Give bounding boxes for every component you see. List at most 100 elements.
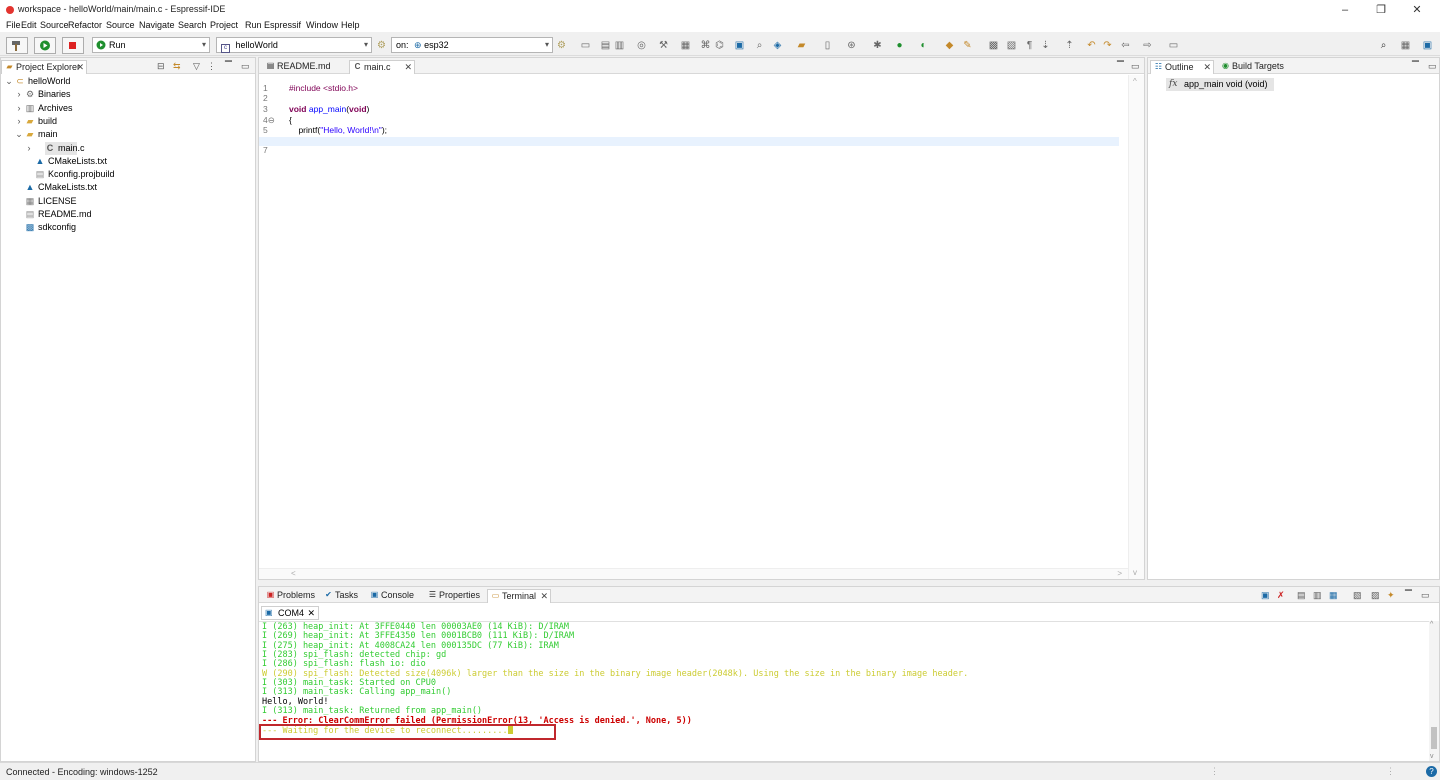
menu-navigate[interactable]: Navigate <box>139 20 175 30</box>
collapse-all-icon[interactable]: ⊟ <box>157 61 165 72</box>
pin-icon[interactable]: ✦ <box>1387 590 1395 601</box>
chevron-right-icon[interactable]: › <box>15 115 23 128</box>
editor-horizontal-scrollbar[interactable]: < > <box>259 568 1128 579</box>
close-icon[interactable]: ✕ <box>1203 61 1211 73</box>
perspective-icon[interactable]: ▦ <box>1400 40 1411 51</box>
prev-annotation-icon[interactable]: ⇡ <box>1064 40 1075 51</box>
whitespace-icon[interactable]: ¶ <box>1024 40 1035 51</box>
chevron-right-icon[interactable]: › <box>15 88 23 101</box>
menu-search[interactable]: Search <box>178 20 207 30</box>
scroll-down-icon[interactable]: v <box>1430 753 1434 760</box>
launch-button[interactable] <box>34 37 56 54</box>
minimize-view-icon[interactable]: ▔ <box>1412 61 1419 72</box>
debug-config-icon[interactable]: ◈ <box>772 40 783 51</box>
back-icon[interactable]: ⇦ <box>1120 40 1131 51</box>
launch-mode-select[interactable]: Run ▾ <box>92 37 210 53</box>
menu-source[interactable]: Source <box>40 20 69 30</box>
minimize-button[interactable]: – <box>1330 2 1360 18</box>
minimize-view-icon[interactable]: ▔ <box>1405 590 1412 601</box>
launch-config-select[interactable]: c helloWorld ▾ <box>216 37 372 53</box>
espressif-perspective-icon[interactable]: ▣ <box>1422 40 1433 51</box>
close-icon[interactable]: ✕ <box>404 61 412 73</box>
terminal-icon[interactable]: ▣ <box>734 40 745 51</box>
menu-file[interactable]: File <box>6 20 21 30</box>
scroll-up-icon[interactable]: ^ <box>1430 621 1433 628</box>
link-editor-icon[interactable]: ⇆ <box>173 61 181 72</box>
coverage-icon[interactable]: ◐ <box>918 40 929 51</box>
close-icon[interactable]: ✕ <box>540 590 548 602</box>
pin-icon[interactable]: ▭ <box>1168 40 1179 51</box>
close-icon[interactable]: ✕ <box>307 608 315 619</box>
tab-outline[interactable]: ☷ Outline ✕ <box>1150 60 1214 74</box>
connect-icon[interactable]: ⌬ <box>714 40 725 51</box>
paste-icon[interactable]: ▨ <box>1371 590 1380 601</box>
debug-icon[interactable]: ✱ <box>872 40 883 51</box>
code-area[interactable]: 1 #include <stdio.h> 2 3 void app_main(voi… <box>259 75 1122 567</box>
copy-icon[interactable]: ▧ <box>1353 590 1362 601</box>
flash-icon[interactable]: ⌘ <box>700 40 711 51</box>
new-class-icon[interactable]: ⊛ <box>846 40 857 51</box>
external-tools-icon[interactable]: ◆ <box>944 40 955 51</box>
last-edit-icon[interactable]: ↶ <box>1086 40 1097 51</box>
scroll-lock-icon[interactable]: ▤ <box>1297 590 1306 601</box>
terminal-output[interactable]: I (263) heap_init: At 3FFE0440 len 00003… <box>259 621 1429 761</box>
scroll-thumb[interactable] <box>1431 727 1437 749</box>
scroll-right-icon[interactable]: > <box>1117 569 1122 578</box>
search-icon[interactable]: ⌕ <box>1378 40 1389 51</box>
tab-problems[interactable]: ▣ Problems <box>263 589 317 603</box>
tab-main-c[interactable]: C main.c ✕ <box>349 60 415 74</box>
maximize-view-icon[interactable]: ▭ <box>1428 61 1437 72</box>
new-file-icon[interactable]: ▯ <box>822 40 833 51</box>
outline-item[interactable]: fx app_main void (void) <box>1166 78 1274 91</box>
new-icon[interactable]: ▭ <box>580 40 591 51</box>
minimize-view-icon[interactable]: ▔ <box>1117 61 1124 72</box>
close-button[interactable]: ✕ <box>1402 2 1432 18</box>
next-edit-icon[interactable]: ↷ <box>1102 40 1113 51</box>
help-icon[interactable]: ? <box>1426 766 1437 777</box>
toggle-mark-icon[interactable]: ▩ <box>988 40 999 51</box>
close-icon[interactable]: ✕ <box>76 61 84 73</box>
forward-icon[interactable]: ⇨ <box>1142 40 1153 51</box>
menu-run[interactable]: Run <box>245 20 262 30</box>
clean-icon[interactable]: ▦ <box>680 40 691 51</box>
maximize-view-icon[interactable]: ▭ <box>1131 61 1140 72</box>
menu-refactor[interactable]: Refactor <box>68 20 102 30</box>
chevron-down-icon[interactable]: ⌄ <box>15 128 23 141</box>
next-annotation-icon[interactable]: ⇣ <box>1040 40 1051 51</box>
tab-project-explorer[interactable]: ▰ Project Explorer ✕ <box>1 60 87 74</box>
disconnect-icon[interactable]: ✗ <box>1277 590 1285 601</box>
search-tool-icon[interactable]: ⌕ <box>754 40 765 51</box>
chevron-down-icon[interactable]: ⌄ <box>5 75 13 88</box>
filter-icon[interactable]: ▽ <box>193 61 200 72</box>
wand-icon[interactable]: ✎ <box>962 40 973 51</box>
save-all-icon[interactable]: ▥ <box>614 40 625 51</box>
maximize-view-icon[interactable]: ▭ <box>241 61 250 72</box>
save-icon[interactable]: ▤ <box>600 40 611 51</box>
menu-help[interactable]: Help <box>341 20 360 30</box>
editor-vertical-scrollbar[interactable]: ^ v <box>1128 75 1144 579</box>
rename-icon[interactable]: ▥ <box>1313 590 1322 601</box>
block-select-icon[interactable]: ▧ <box>1006 40 1017 51</box>
menu-espressif[interactable]: Espressif <box>264 20 301 30</box>
tab-build-targets[interactable]: ◉ Build Targets <box>1218 60 1294 74</box>
maximize-button[interactable]: ❐ <box>1366 2 1396 18</box>
gear-icon[interactable]: ⚙ <box>376 40 387 51</box>
tab-properties[interactable]: ☰ Properties <box>425 589 485 603</box>
chevron-right-icon[interactable]: › <box>25 142 33 155</box>
run-icon[interactable]: ● <box>894 40 905 51</box>
launch-target-select[interactable]: on: ⊕ esp32 ▾ <box>391 37 553 53</box>
menu-window[interactable]: Window <box>306 20 338 30</box>
tab-tasks[interactable]: ✔ Tasks <box>321 589 363 603</box>
menu-edit[interactable]: Edit <box>21 20 37 30</box>
tab-readme[interactable]: ▤ README.md <box>263 60 341 74</box>
new-folder-icon[interactable]: ▰ <box>796 40 807 51</box>
display-icon[interactable]: ▦ <box>1329 590 1338 601</box>
terminal-session-tab[interactable]: ▣ COM4 ✕ <box>261 606 319 620</box>
scroll-left-icon[interactable]: < <box>291 569 296 578</box>
tab-terminal[interactable]: ▭ Terminal ✕ <box>487 589 551 603</box>
build-config-icon[interactable]: ◎ <box>636 40 647 51</box>
menu-project[interactable]: Project <box>210 20 238 30</box>
tree-item[interactable]: › Cmain.c <box>28 141 85 155</box>
stop-button[interactable] <box>62 37 84 54</box>
scroll-down-icon[interactable]: v <box>1133 568 1137 577</box>
